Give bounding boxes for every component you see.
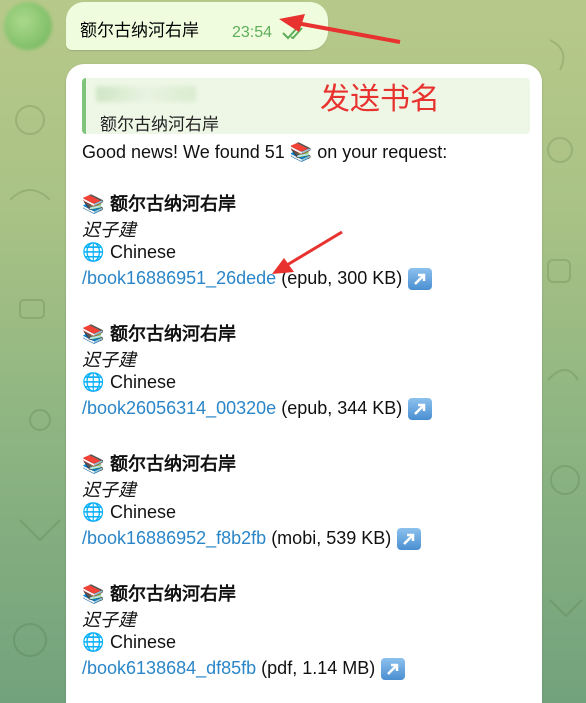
reply-sender-name-blurred — [96, 86, 196, 102]
book-link-line: /book16886952_f8b2fb (mobi, 539 KB) — [82, 528, 422, 551]
book-file-meta: (epub, 344 KB) — [276, 398, 403, 418]
book-title-line: 📚 额尔古纳河右岸 — [82, 450, 236, 476]
book-author: 迟子建 — [82, 480, 136, 500]
book-title: 额尔古纳河右岸 — [110, 584, 236, 604]
book-file-meta: (mobi, 539 KB) — [266, 528, 392, 548]
book-command-link[interactable]: /book26056314_00320e — [82, 398, 276, 418]
globe-icon: 🌐 — [82, 632, 105, 652]
external-link-icon[interactable] — [381, 658, 406, 681]
book-command-link[interactable]: /book16886952_f8b2fb — [82, 528, 266, 548]
book-link-line: /book6138684_df85fb (pdf, 1.14 MB) — [82, 658, 406, 681]
book-language-line: 🌐 Chinese — [82, 502, 176, 523]
globe-icon: 🌐 — [82, 502, 105, 522]
book-language-line: 🌐 Chinese — [82, 372, 176, 393]
book-language: Chinese — [110, 502, 177, 522]
reply-quote[interactable]: 额尔古纳河右岸 — [82, 78, 530, 134]
external-link-icon[interactable] — [408, 398, 433, 421]
book-language: Chinese — [110, 242, 177, 262]
globe-icon: 🌐 — [82, 372, 105, 392]
book-author: 迟子建 — [82, 350, 136, 370]
globe-icon: 🌐 — [82, 242, 105, 262]
book-command-link[interactable]: /book6138684_df85fb — [82, 658, 256, 678]
book-language-line: 🌐 Chinese — [82, 632, 176, 653]
book-link-line: /book16886951_26dede (epub, 300 KB) — [82, 268, 433, 291]
book-language: Chinese — [110, 372, 177, 392]
book-command-link[interactable]: /book16886951_26dede — [82, 268, 276, 288]
incoming-message-bubble[interactable]: 额尔古纳河右岸 发送书名 Good news! We found 51 📚 on… — [66, 64, 542, 703]
external-link-icon[interactable] — [397, 528, 422, 551]
book-title-line: 📚 额尔古纳河右岸 — [82, 320, 236, 346]
book-link-line: /book26056314_00320e (epub, 344 KB) — [82, 398, 433, 421]
message-timestamp: 23:54 — [232, 24, 273, 41]
book-author: 迟子建 — [82, 220, 136, 240]
book-title-line: 📚 额尔古纳河右岸 — [82, 580, 236, 606]
book-title: 额尔古纳河右岸 — [110, 454, 236, 474]
books-icon: 📚 — [82, 324, 105, 344]
reply-quote-text: 额尔古纳河右岸 — [100, 115, 219, 134]
book-author: 迟子建 — [82, 610, 136, 630]
book-title-line: 📚 额尔古纳河右岸 — [82, 190, 236, 216]
external-link-icon[interactable] — [408, 268, 433, 291]
annotation-label: 发送书名 — [320, 82, 440, 117]
books-icon: 📚 — [82, 454, 105, 474]
avatar[interactable] — [4, 2, 52, 50]
book-file-meta: (epub, 300 KB) — [276, 268, 403, 288]
book-title: 额尔古纳河右岸 — [110, 324, 236, 344]
book-file-meta: (pdf, 1.14 MB) — [256, 658, 376, 678]
outgoing-message-text: 额尔古纳河右岸 — [80, 21, 199, 40]
books-icon: 📚 — [82, 584, 105, 604]
book-language: Chinese — [110, 632, 177, 652]
book-language-line: 🌐 Chinese — [82, 242, 176, 263]
book-title: 额尔古纳河右岸 — [110, 194, 236, 214]
books-icon: 📚 — [82, 194, 105, 214]
results-intro-text: Good news! We found 51 📚 on your request… — [82, 142, 448, 162]
double-check-icon — [282, 27, 303, 40]
outgoing-message-bubble[interactable]: 额尔古纳河右岸 23:54 — [66, 2, 328, 50]
